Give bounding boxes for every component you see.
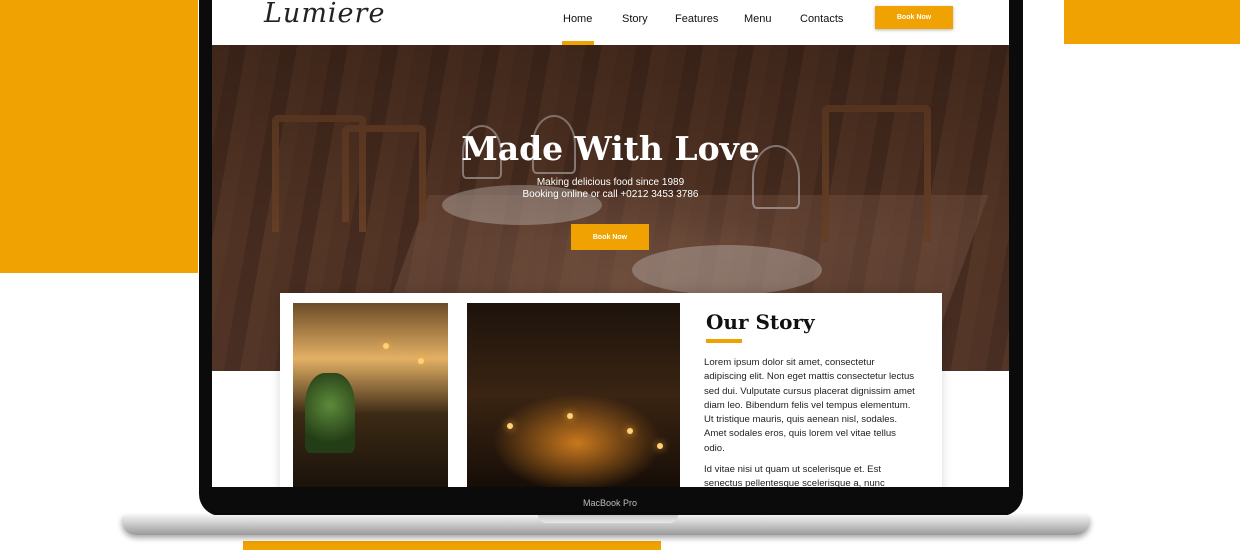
- nav-link-story[interactable]: Story: [622, 13, 648, 25]
- nav-link-menu[interactable]: Menu: [744, 13, 772, 25]
- photo-lamp: [627, 428, 633, 434]
- restaurant-photo-bar: [467, 303, 680, 487]
- story-section: Our Story Lorem ipsum dolor sit amet, co…: [280, 293, 942, 487]
- hero-title: Made With Love: [461, 129, 760, 168]
- decorative-block-bottom: [243, 541, 661, 550]
- story-title-underline: [706, 339, 742, 343]
- photo-plant: [305, 373, 355, 453]
- device-label: MacBook Pro: [582, 498, 638, 508]
- photo-lamp: [567, 413, 573, 419]
- hero-contact-line: Booking online or call +0212 3453 3786: [522, 189, 699, 200]
- photo-lamp: [418, 358, 424, 364]
- nav-link-home[interactable]: Home: [563, 13, 592, 25]
- decorative-block-right: [1064, 0, 1240, 44]
- story-paragraph-2: Id vitae nisi ut quam ut scelerisque et.…: [704, 464, 885, 487]
- decorative-block-left: [0, 0, 198, 273]
- photo-lamp: [383, 343, 389, 349]
- nav-link-features[interactable]: Features: [675, 13, 718, 25]
- laptop-screen: Lumiere Home Story Features Menu Contact…: [212, 0, 1009, 487]
- nav-book-now-button[interactable]: Book Now: [875, 6, 953, 29]
- navbar: Lumiere Home Story Features Menu Contact…: [212, 0, 1009, 45]
- laptop-notch: [538, 515, 678, 523]
- hero-tagline: Making delicious food since 1989: [536, 177, 685, 188]
- site-logo[interactable]: Lumiere: [264, 0, 385, 29]
- photo-lamp: [657, 443, 663, 449]
- nav-link-contacts[interactable]: Contacts: [800, 13, 843, 25]
- story-paragraph-1: Lorem ipsum dolor sit amet, consectetur …: [704, 357, 915, 454]
- photo-lamp: [507, 423, 513, 429]
- story-title: Our Story: [706, 310, 815, 334]
- hero-book-now-button[interactable]: Book Now: [571, 224, 649, 250]
- restaurant-photo-interior: [293, 303, 448, 487]
